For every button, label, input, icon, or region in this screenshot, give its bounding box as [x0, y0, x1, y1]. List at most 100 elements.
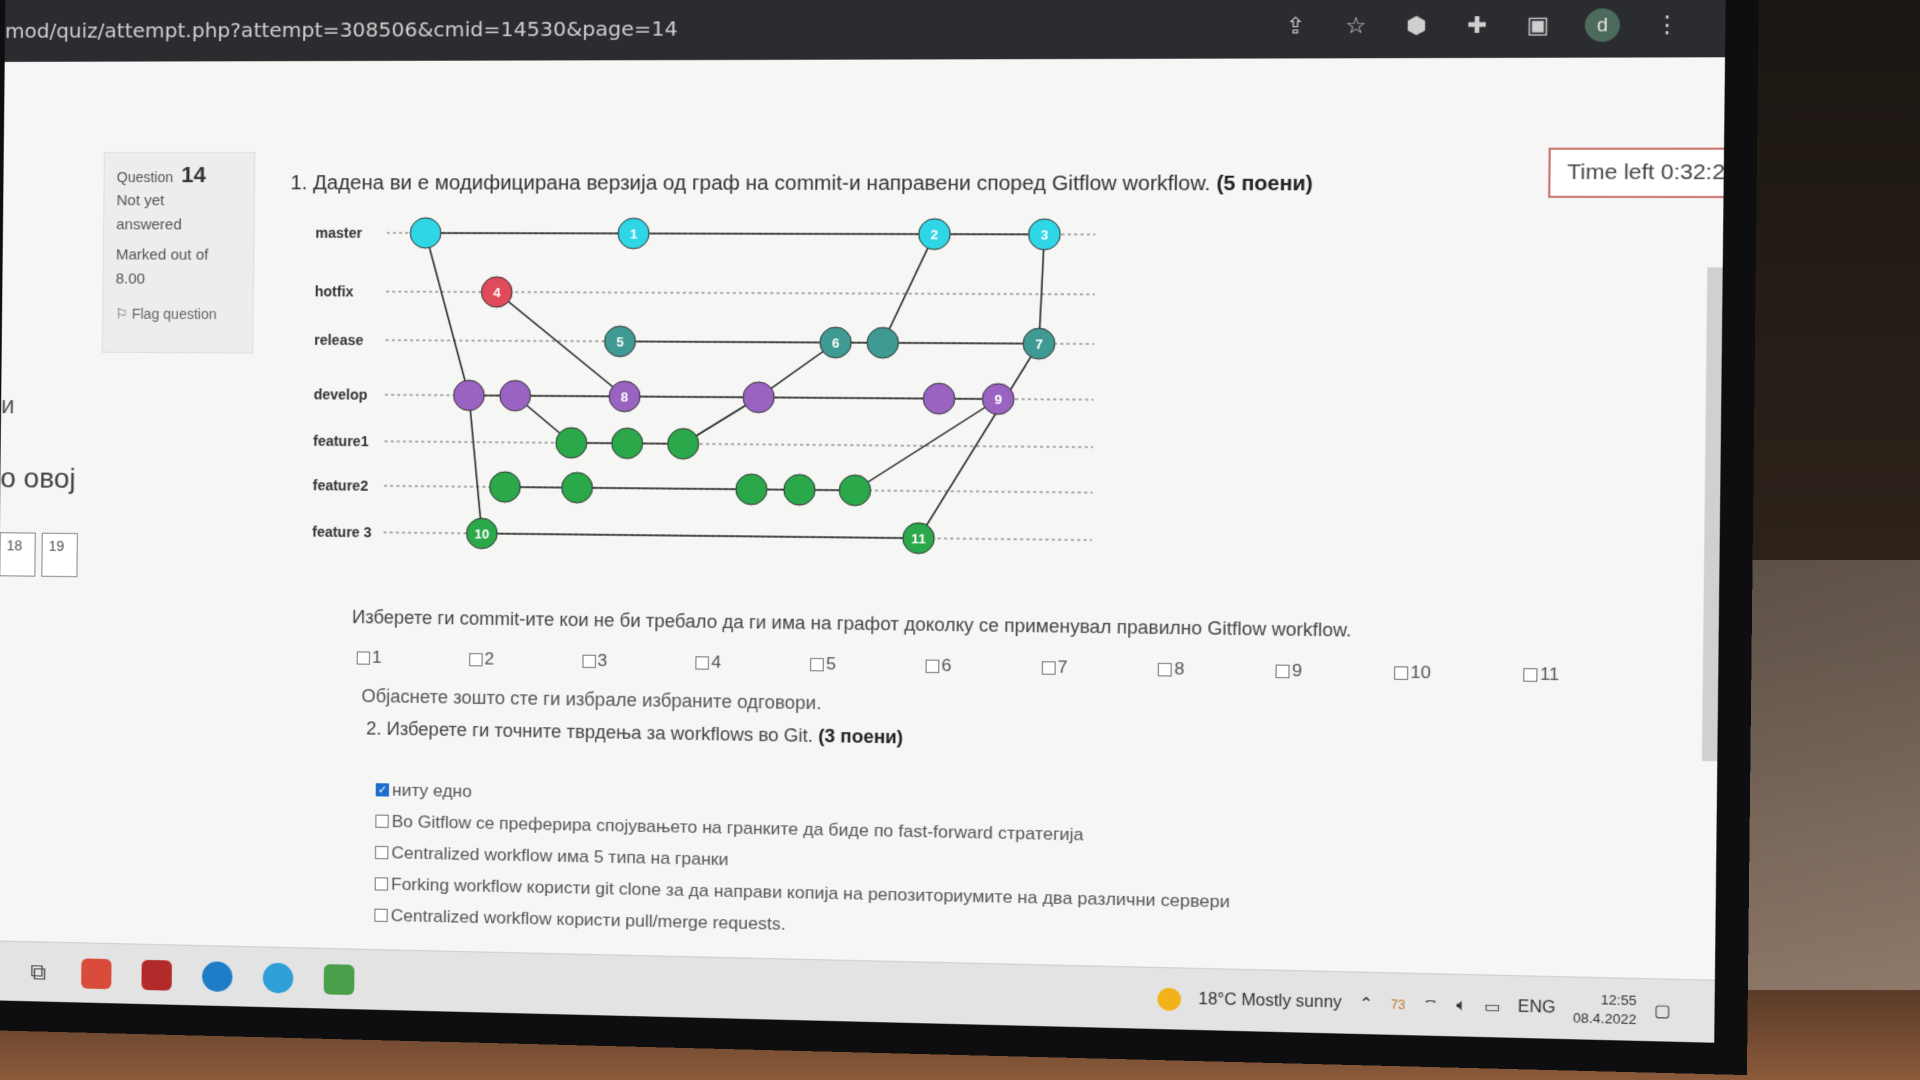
commit-checkbox-9[interactable]: 9: [1275, 660, 1302, 681]
commit-checkbox-1[interactable]: 1: [356, 647, 382, 668]
checkbox[interactable]: [356, 650, 371, 665]
commit-node: [736, 474, 768, 505]
nav-button-18[interactable]: 18: [0, 532, 36, 577]
graph-edge: [625, 396, 759, 397]
checkbox[interactable]: [1523, 667, 1538, 682]
share-icon[interactable]: ⇪: [1281, 13, 1309, 40]
checkbox-label: 2: [484, 649, 495, 669]
commit-checkbox-10[interactable]: 10: [1394, 662, 1431, 683]
commit-node: [500, 380, 531, 411]
checkbox[interactable]: [1041, 660, 1056, 675]
commit-label: 11: [911, 531, 926, 547]
battery-icon[interactable]: ▭: [1484, 996, 1501, 1017]
marks-line1: Marked out of: [115, 246, 209, 264]
commit-node: [489, 472, 520, 503]
graph-edge: [759, 397, 939, 398]
sidepanel-icon[interactable]: ▣: [1524, 12, 1553, 39]
graph-edge: [424, 233, 471, 395]
weather-text[interactable]: 18°C Mostly sunny: [1198, 990, 1342, 1012]
commit-node: [839, 475, 871, 506]
commit-node: [410, 218, 441, 248]
graph-edge: [919, 343, 1039, 539]
checkbox-label: 3: [597, 650, 608, 671]
commit-label: 10: [474, 526, 489, 541]
commit-node: [453, 380, 484, 411]
flag-icon: ⚐: [115, 305, 129, 322]
scrollbar[interactable]: [1701, 267, 1723, 762]
avatar[interactable]: d: [1584, 8, 1621, 42]
commit-checkbox-11[interactable]: 11: [1523, 664, 1559, 685]
status-line2: answered: [116, 216, 182, 234]
graph-edge: [1039, 234, 1044, 343]
checkbox[interactable]: [810, 657, 824, 671]
edge-icon[interactable]: [201, 960, 233, 992]
checkbox[interactable]: [925, 659, 940, 673]
branch-label: release: [314, 332, 364, 348]
chrome-icon[interactable]: [81, 957, 112, 989]
branch-guide: [385, 441, 1094, 447]
volume-icon[interactable]: 🔈︎: [1456, 996, 1467, 1015]
commit-checkbox-4[interactable]: 4: [695, 652, 721, 673]
commit-label: 1: [630, 226, 638, 241]
commit-checkbox-3[interactable]: 3: [581, 650, 608, 672]
branch-label: develop: [314, 386, 368, 403]
graph-edge: [620, 341, 836, 342]
commit-label: 9: [994, 392, 1002, 408]
commit-node: [743, 382, 775, 413]
commit-checkbox-7[interactable]: 7: [1041, 657, 1068, 678]
checkbox[interactable]: [695, 655, 710, 670]
commit-checkbox-2[interactable]: 2: [468, 649, 495, 670]
nav-button-19[interactable]: 19: [41, 532, 78, 578]
clock[interactable]: 12:55 08.4.2022: [1573, 990, 1637, 1029]
task-view-icon[interactable]: ⧉: [25, 959, 51, 986]
checkbox[interactable]: [1158, 662, 1173, 677]
extensions-icon[interactable]: ✚: [1463, 12, 1492, 39]
address-bar[interactable]: mod/quiz/attempt.php?attempt=308506&cmid…: [5, 14, 1282, 43]
browser-icon[interactable]: [262, 962, 294, 994]
left-cut-text: и: [0, 392, 15, 420]
checkbox-label: 7: [1057, 657, 1068, 678]
explain-text: Објаснете зошто сте ги избрале избраните…: [361, 685, 822, 714]
star-icon[interactable]: ☆: [1342, 12, 1370, 39]
commit-label: 5: [616, 334, 624, 349]
checkbox[interactable]: [374, 908, 388, 923]
notifications-icon[interactable]: ▢: [1654, 1000, 1671, 1021]
commit-node: [784, 474, 816, 505]
checkbox[interactable]: [375, 845, 389, 860]
app-icon[interactable]: [141, 959, 172, 991]
shield-icon[interactable]: ⬢: [1402, 12, 1430, 39]
marks-line2: 8.00: [115, 270, 146, 288]
commit-checkbox-8[interactable]: 8: [1158, 659, 1185, 680]
commit-node: [867, 327, 899, 358]
app-icon-2[interactable]: [323, 963, 355, 995]
chevron-up-icon[interactable]: ⌃: [1359, 993, 1374, 1014]
checkbox[interactable]: [468, 652, 483, 666]
graph-edge: [634, 233, 935, 234]
left-cut-text-2: о овој: [0, 462, 76, 494]
checkbox[interactable]: [375, 814, 389, 828]
commit-checkbox-6[interactable]: 6: [925, 655, 951, 676]
commit-checkboxes: 1 2 3 4 5 6 7 8 9 10 11: [356, 647, 1560, 685]
tray-badge: 73: [1390, 996, 1406, 1012]
menu-icon[interactable]: ⋮: [1653, 11, 1682, 38]
checkbox[interactable]: [374, 877, 389, 891]
commit-node: [561, 472, 592, 503]
commit-label: 4: [493, 285, 501, 300]
commit-label: 2: [931, 227, 939, 242]
commit-checkbox-5[interactable]: 5: [810, 654, 836, 675]
network-icon[interactable]: ⌔: [1422, 994, 1439, 1015]
checkbox[interactable]: [1394, 665, 1409, 680]
graph-edge: [883, 343, 1039, 344]
graph-edge: [515, 396, 624, 397]
flag-question-link[interactable]: ⚐ Flag question: [115, 302, 240, 327]
commit-nodes: 1 2 3 4 5 6 7 8 9 10 11: [407, 218, 1061, 555]
checkbox[interactable]: [581, 654, 596, 668]
checkbox[interactable]: [1275, 664, 1290, 678]
clock-time: 12:55: [1600, 991, 1637, 1008]
language-indicator[interactable]: ENG: [1518, 998, 1556, 1018]
checkbox-label: 11: [1539, 664, 1560, 685]
branch-label: feature2: [313, 477, 369, 494]
question2-text: 2. Изберете ги точните тврдења за workfl…: [366, 718, 903, 748]
commit-label: 6: [832, 335, 840, 350]
checkbox[interactable]: ✓: [375, 783, 390, 797]
